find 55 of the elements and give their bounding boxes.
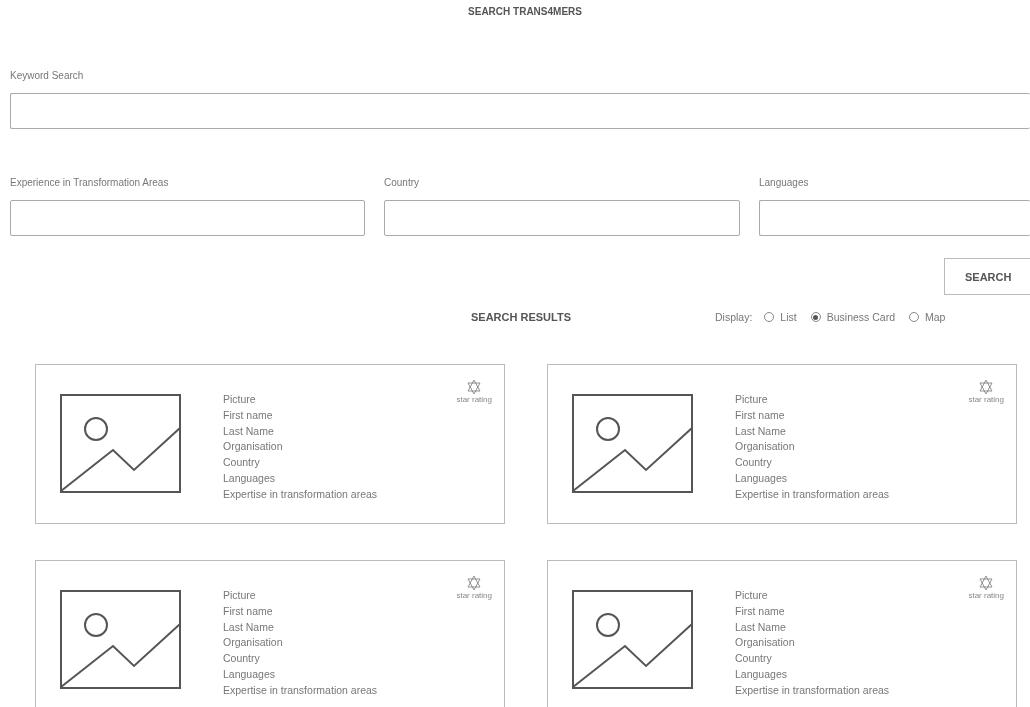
card-field: Expertise in transformation areas bbox=[735, 682, 890, 699]
search-button[interactable]: SEARCH bbox=[944, 258, 1030, 295]
card-field: Picture bbox=[223, 588, 378, 604]
filter-field[interactable] bbox=[384, 200, 740, 236]
card-field: Languages bbox=[735, 471, 890, 487]
field-label: Languages bbox=[759, 177, 810, 188]
results-title: SEARCH RESULTS bbox=[471, 311, 573, 323]
card-field: Country bbox=[223, 455, 378, 471]
card-field: First name bbox=[735, 407, 890, 424]
image-placeholder-icon bbox=[60, 590, 181, 689]
rating-label: star rating bbox=[968, 395, 1004, 404]
rating-label: star rating bbox=[456, 591, 492, 600]
keyword-search-field[interactable] bbox=[10, 93, 1030, 129]
card-field: Organisation bbox=[223, 635, 378, 652]
card-field: Last Name bbox=[223, 619, 378, 636]
card-field: Expertise in transformation areas bbox=[223, 486, 378, 503]
rating-label: star rating bbox=[456, 395, 492, 404]
card-field: Languages bbox=[735, 667, 890, 683]
star-icon[interactable] bbox=[467, 575, 482, 591]
field-label: Country bbox=[384, 177, 420, 188]
card-field: Last Name bbox=[735, 619, 890, 636]
image-placeholder-icon bbox=[572, 590, 693, 689]
card-field: Languages bbox=[223, 667, 378, 683]
field-label: Experience in Transformation Areas bbox=[10, 177, 170, 188]
card-field: First name bbox=[735, 603, 890, 620]
display-option[interactable]: Business Card bbox=[810, 311, 895, 323]
filter-field[interactable] bbox=[759, 200, 1030, 236]
card-field: Picture bbox=[735, 588, 890, 604]
card-field: Country bbox=[223, 651, 378, 667]
filter-field[interactable] bbox=[10, 200, 365, 236]
star-icon[interactable] bbox=[979, 575, 994, 591]
display-label: Display: bbox=[715, 311, 753, 323]
card-field: Organisation bbox=[735, 439, 890, 456]
image-placeholder-icon bbox=[60, 394, 181, 493]
card-field: Picture bbox=[735, 392, 890, 408]
card-field: Expertise in transformation areas bbox=[223, 682, 378, 699]
card-field: Picture bbox=[223, 392, 378, 408]
card-field: Expertise in transformation areas bbox=[735, 486, 890, 503]
card-field: Country bbox=[735, 455, 890, 471]
display-option[interactable]: Map bbox=[909, 311, 946, 323]
card-field: Organisation bbox=[735, 635, 890, 652]
card-field: Organisation bbox=[223, 439, 378, 456]
rating-label: star rating bbox=[968, 591, 1004, 600]
image-placeholder-icon bbox=[572, 394, 693, 493]
page-title: SEARCH TRANS4MERS bbox=[467, 6, 583, 17]
star-icon[interactable] bbox=[979, 379, 994, 395]
star-icon[interactable] bbox=[467, 379, 482, 395]
display-option[interactable]: List bbox=[764, 311, 797, 323]
field-label: Keyword Search bbox=[10, 70, 85, 81]
card-field: Languages bbox=[223, 471, 378, 487]
card-field: First name bbox=[223, 407, 378, 424]
card-field: Last Name bbox=[223, 423, 378, 440]
card-field: Last Name bbox=[735, 423, 890, 440]
card-field: First name bbox=[223, 603, 378, 620]
card-field: Country bbox=[735, 651, 890, 667]
